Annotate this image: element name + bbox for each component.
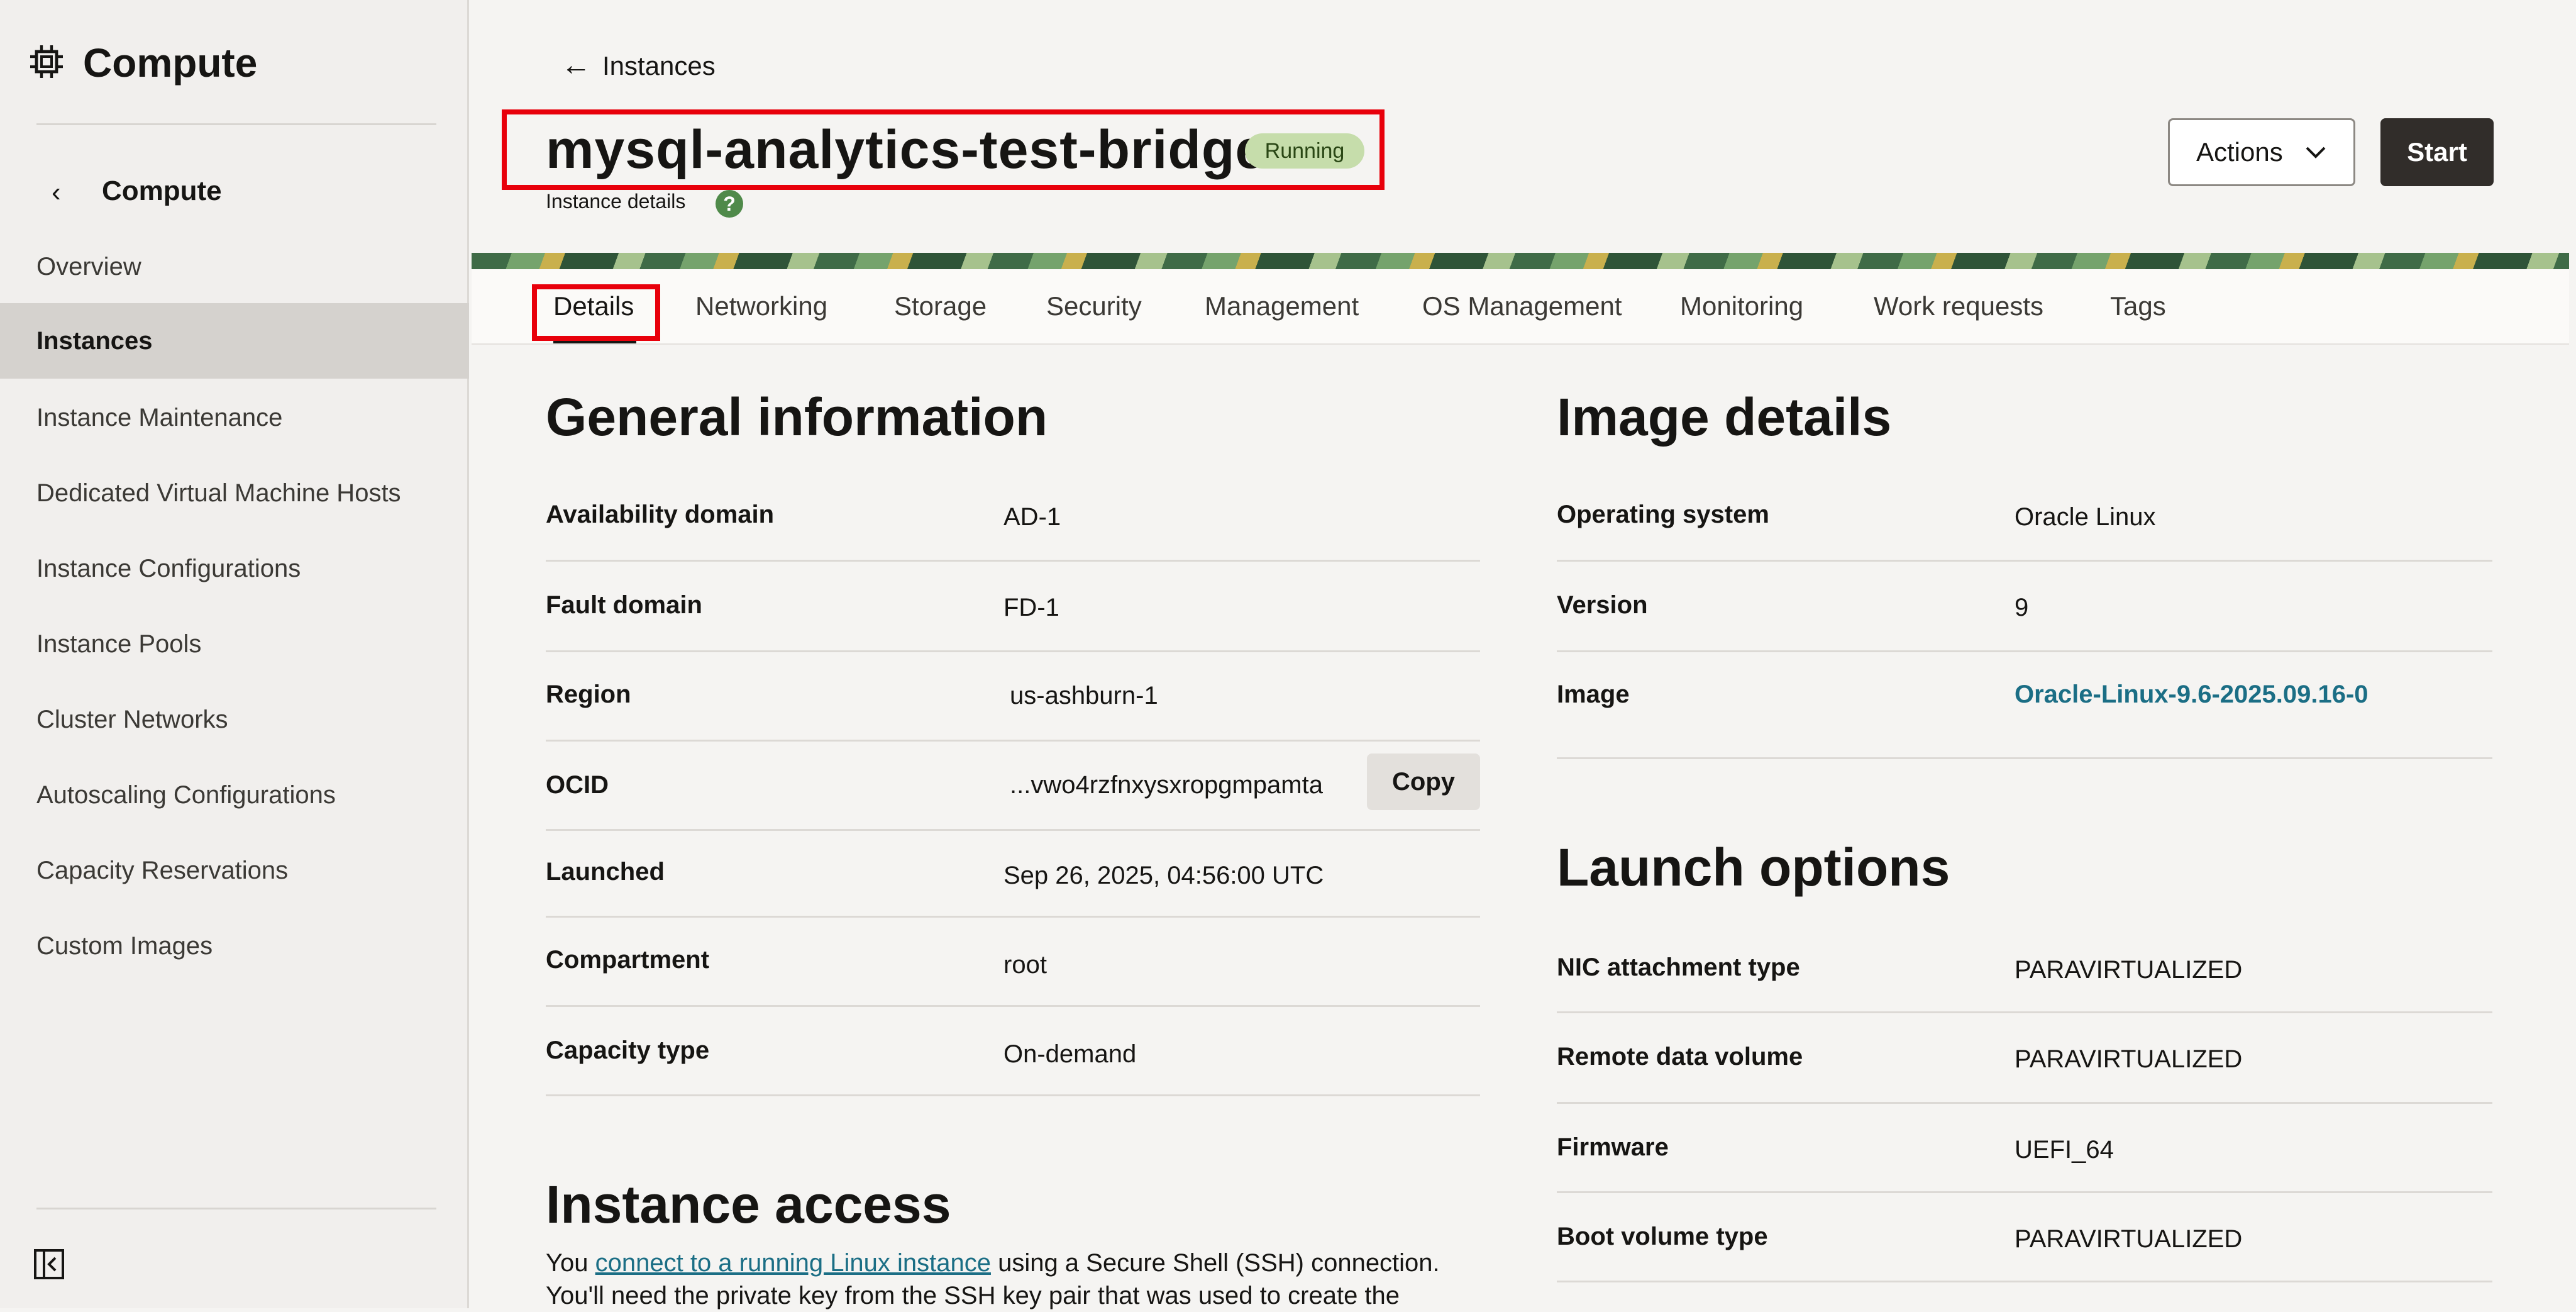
tab-tags[interactable]: Tags xyxy=(2110,269,2166,343)
collapse-sidebar-icon[interactable] xyxy=(33,1248,65,1281)
sidebar-item-instance-configurations[interactable]: Instance Configurations xyxy=(0,531,469,606)
sidebar-item-instance-pools[interactable]: Instance Pools xyxy=(0,606,469,682)
availability-domain-value: AD-1 xyxy=(1003,503,1061,531)
row-divider xyxy=(1557,1011,2492,1013)
sidebar-item-capacity-reservations[interactable]: Capacity Reservations xyxy=(0,833,469,908)
launch-options-heading: Launch options xyxy=(1557,838,1950,897)
nic-attachment-type-label: NIC attachment type xyxy=(1557,953,1800,981)
sidebar-item-overview[interactable]: Overview xyxy=(0,229,469,304)
back-link-label: Instances xyxy=(602,51,716,81)
row-divider xyxy=(1557,1102,2492,1104)
nic-attachment-type-value: PARAVIRTUALIZED xyxy=(2015,956,2243,984)
capacity-type-value: On-demand xyxy=(1003,1040,1137,1068)
tab-networking[interactable]: Networking xyxy=(695,269,827,343)
image-details-heading: Image details xyxy=(1557,387,1892,447)
tab-security[interactable]: Security xyxy=(1046,269,1142,343)
firmware-label: Firmware xyxy=(1557,1133,1669,1161)
row-divider xyxy=(1557,1281,2492,1282)
compartment-value: root xyxy=(1003,951,1047,979)
decorative-banner xyxy=(472,253,2569,269)
sidebar-item-autoscaling-configurations[interactable]: Autoscaling Configurations xyxy=(0,757,469,833)
actions-button[interactable]: Actions xyxy=(2168,118,2355,186)
image-link[interactable]: Oracle-Linux-9.6-2025.09.16-0 xyxy=(2015,675,2369,713)
arrow-left-icon: ← xyxy=(561,48,591,82)
ocid-label: OCID xyxy=(546,771,609,799)
launched-label: Launched xyxy=(546,858,665,886)
operating-system-label: Operating system xyxy=(1557,501,1769,528)
help-icon[interactable]: ? xyxy=(716,190,743,218)
copy-ocid-button[interactable]: Copy xyxy=(1367,753,1480,810)
chevron-left-icon[interactable]: ‹ xyxy=(52,175,61,210)
image-label: Image xyxy=(1557,681,1630,708)
tab-os-management[interactable]: OS Management xyxy=(1422,269,1622,343)
boot-volume-type-value: PARAVIRTUALIZED xyxy=(2015,1225,2243,1253)
sidebar-item-instances[interactable]: Instances xyxy=(0,303,469,379)
remote-data-volume-value: PARAVIRTUALIZED xyxy=(2015,1045,2243,1073)
tab-storage[interactable]: Storage xyxy=(894,269,987,343)
operating-system-value: Oracle Linux xyxy=(2015,503,2156,531)
region-value: us-ashburn-1 xyxy=(1010,682,1158,709)
tab-work-requests[interactable]: Work requests xyxy=(1874,269,2043,343)
connect-linux-instance-link[interactable]: connect to a running Linux instance xyxy=(595,1249,991,1277)
launched-value: Sep 26, 2025, 04:56:00 UTC xyxy=(1003,862,1324,889)
highlight-box-title xyxy=(502,109,1385,190)
version-value: 9 xyxy=(2015,594,2029,621)
start-button[interactable]: Start xyxy=(2380,118,2494,186)
availability-domain-label: Availability domain xyxy=(546,501,775,528)
sidebar-item-dedicated-vm-hosts[interactable]: Dedicated Virtual Machine Hosts xyxy=(0,455,469,531)
actions-label: Actions xyxy=(2196,137,2283,167)
region-label: Region xyxy=(546,681,631,708)
row-divider xyxy=(1557,1191,2492,1193)
boot-volume-type-label: Boot volume type xyxy=(1557,1223,1768,1250)
tab-monitoring[interactable]: Monitoring xyxy=(1680,269,1803,343)
row-divider xyxy=(546,650,1480,652)
general-information-heading: General information xyxy=(546,387,1048,447)
row-divider xyxy=(546,1005,1480,1007)
row-divider xyxy=(1557,560,2492,562)
row-divider xyxy=(1557,650,2492,652)
tab-management[interactable]: Management xyxy=(1205,269,1359,343)
firmware-value: UEFI_64 xyxy=(2015,1136,2114,1164)
sidebar-parent-compute[interactable]: Compute xyxy=(102,174,222,209)
version-label: Version xyxy=(1557,591,1648,619)
sidebar-item-custom-images[interactable]: Custom Images xyxy=(0,908,469,984)
page-subtitle: Instance details xyxy=(546,190,686,213)
row-divider xyxy=(546,1094,1480,1096)
sidebar-item-instance-maintenance[interactable]: Instance Maintenance xyxy=(0,380,469,455)
row-divider xyxy=(546,916,1480,918)
sidebar-divider-bottom xyxy=(36,1208,436,1209)
highlight-box-details-tab xyxy=(532,284,660,341)
row-divider xyxy=(546,560,1480,562)
row-divider xyxy=(1557,757,2492,759)
chevron-down-icon xyxy=(2306,147,2326,158)
compartment-label: Compartment xyxy=(546,946,710,974)
sidebar-item-cluster-networks[interactable]: Cluster Networks xyxy=(0,682,469,757)
instance-access-heading: Instance access xyxy=(546,1175,951,1234)
chip-icon xyxy=(30,45,63,78)
fault-domain-label: Fault domain xyxy=(546,591,702,619)
remote-data-volume-label: Remote data volume xyxy=(1557,1043,1803,1070)
sidebar-divider xyxy=(36,123,436,125)
row-divider xyxy=(546,829,1480,831)
ocid-value: ...vwo4rzfnxysxropgmpamta xyxy=(1010,771,1323,799)
instance-access-text: You connect to a running Linux instance … xyxy=(546,1247,1489,1312)
back-to-instances-link[interactable]: ← Instances xyxy=(561,45,716,86)
row-divider xyxy=(546,740,1480,742)
fault-domain-value: FD-1 xyxy=(1003,594,1059,621)
capacity-type-label: Capacity type xyxy=(546,1037,710,1064)
access-text-before: You xyxy=(546,1249,595,1277)
sidebar: Compute ‹ Compute Overview Instances Ins… xyxy=(0,0,469,1308)
sidebar-title: Compute xyxy=(83,40,258,86)
